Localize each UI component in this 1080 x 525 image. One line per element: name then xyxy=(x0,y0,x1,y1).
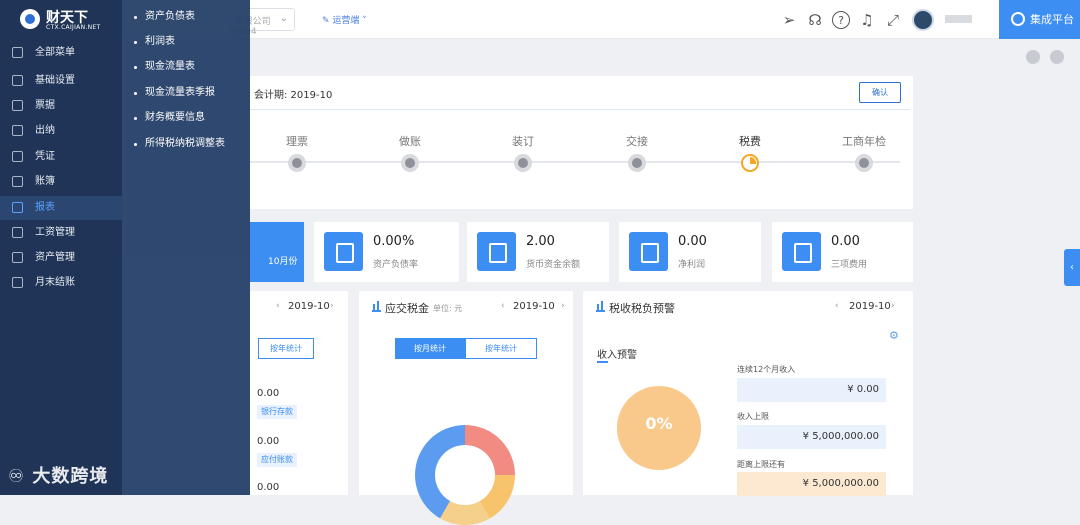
remaining-limit-field: ¥ 5,000,000.00 xyxy=(737,472,886,496)
section-title: 收入预警 xyxy=(597,350,637,361)
step-label: 工商年检 xyxy=(842,135,886,148)
gear-icon[interactable]: ⚙ xyxy=(889,329,899,342)
sidebar-item-reports[interactable]: 报表 xyxy=(0,196,122,220)
voucher-icon xyxy=(12,151,23,162)
sidebar-item-ledger[interactable]: 账簿 xyxy=(0,170,122,194)
stat-card[interactable]: 0.00% 资产负债率 xyxy=(314,222,459,282)
sidebar-item-settings[interactable]: 基础设置 xyxy=(0,69,122,93)
stat-card[interactable]: 2.00 货币资金余额 xyxy=(467,222,609,282)
logo-mark-icon xyxy=(20,9,40,29)
finance-index-card: 2019-10 ‹ › 按年统计 0.00 银行存款 0.00 应付账款 0.0… xyxy=(250,291,348,495)
bar-chart-icon xyxy=(596,301,605,312)
report-submenu: 资产负债表 利润表 现金流量表 现金流量表季报 财务概要信息 所得税纳税调整表 xyxy=(122,0,250,495)
expense-icon xyxy=(782,232,821,271)
help-icon[interactable]: ? xyxy=(832,11,850,29)
next-page-icon[interactable] xyxy=(1050,50,1064,64)
prev-page-icon[interactable] xyxy=(1026,50,1040,64)
monthly-tab[interactable]: 按月统计 xyxy=(395,338,465,359)
step-dot[interactable] xyxy=(855,154,873,172)
next-arrow-icon[interactable]: › xyxy=(561,301,565,311)
sidebar-item-receipts[interactable]: 票据 xyxy=(0,94,122,118)
step-dot[interactable] xyxy=(288,154,306,172)
next-arrow-icon[interactable]: › xyxy=(891,301,895,311)
sidebar-item-assets[interactable]: 资产管理 xyxy=(0,246,122,270)
period-label: 会计期: 2019-10 xyxy=(254,90,333,101)
brand-sub: CTX.CAIJIAN.NET xyxy=(46,24,101,31)
prev-arrow-icon[interactable]: ‹ xyxy=(501,301,505,311)
prev-arrow-icon[interactable]: ‹ xyxy=(835,301,839,311)
step-dot[interactable] xyxy=(628,154,646,172)
stat-card[interactable]: 0.00 三项费用 xyxy=(772,222,913,282)
stat-card[interactable]: 0.00 净利润 xyxy=(619,222,761,282)
watermark: ♾ 大数跨境 xyxy=(8,466,109,487)
month-badge: 10月份 xyxy=(268,257,298,267)
submenu-item-cash-flow-quarterly[interactable]: 现金流量表季报 xyxy=(134,85,215,101)
bell-icon[interactable]: ♫ xyxy=(858,11,876,29)
yearly-tab[interactable]: 按年统计 xyxy=(465,338,537,359)
wallet-icon xyxy=(477,232,516,271)
chevron-down-icon: ⌄ xyxy=(279,13,288,24)
headset-icon[interactable]: ☊ xyxy=(806,11,824,29)
revenue-gauge: 0% xyxy=(617,386,701,470)
settings-icon xyxy=(12,75,23,86)
debt-ratio-icon xyxy=(324,232,363,271)
platform-icon xyxy=(1011,12,1025,26)
sidebar-item-salary[interactable]: 工资管理 xyxy=(0,221,122,245)
submenu-item-income-statement[interactable]: 利润表 xyxy=(134,34,175,50)
next-arrow-icon[interactable]: › xyxy=(330,301,334,311)
ops-link[interactable]: ✎ 运营端 ˅ xyxy=(322,13,367,26)
logo[interactable]: 财天下 CTX.CAIJIAN.NET xyxy=(0,0,122,39)
submenu-item-balance-sheet[interactable]: 资产负债表 xyxy=(134,9,195,25)
step-dot[interactable] xyxy=(401,154,419,172)
step-label: 交接 xyxy=(626,135,648,148)
revenue-12m-field: ¥ 0.00 xyxy=(737,378,886,402)
submenu-item-cash-flow[interactable]: 现金流量表 xyxy=(134,59,195,75)
revenue-limit-field: ¥ 5,000,000.00 xyxy=(737,425,886,449)
platform-button[interactable]: 集成平台 xyxy=(999,0,1080,39)
receipt-icon xyxy=(12,100,23,111)
profit-icon xyxy=(629,232,668,271)
step-label: 做账 xyxy=(399,135,421,148)
step-dot-current[interactable] xyxy=(741,154,759,172)
sidebar: 全部菜单 基础设置 票据 出纳 凭证 账簿 报表 工资管理 资产管理 月末结账 xyxy=(0,39,122,495)
report-icon xyxy=(12,202,23,213)
new-period-card[interactable] xyxy=(250,222,304,282)
cashier-icon xyxy=(12,125,23,136)
divider xyxy=(250,109,910,110)
sidebar-item-all[interactable]: 全部菜单 xyxy=(0,41,122,65)
step-label-current: 税费 xyxy=(739,135,761,148)
period-card xyxy=(250,76,913,209)
sidebar-item-month-close[interactable]: 月末结账 xyxy=(0,271,122,295)
side-collapse-tab[interactable]: ‹ xyxy=(1064,249,1080,286)
progress-track xyxy=(250,161,900,163)
username[interactable] xyxy=(945,15,972,23)
sidebar-item-voucher[interactable]: 凭证 xyxy=(0,145,122,169)
prev-arrow-icon[interactable]: ‹ xyxy=(276,301,280,311)
section-underline xyxy=(597,361,608,363)
step-dot[interactable] xyxy=(514,154,532,172)
submenu-item-tax-adjustment[interactable]: 所得税纳税调整表 xyxy=(134,136,225,152)
ledger-icon xyxy=(12,176,23,187)
asset-icon xyxy=(12,252,23,263)
confirm-button[interactable]: 确认 xyxy=(859,82,901,103)
month-close-icon xyxy=(12,277,23,288)
grid-icon xyxy=(12,47,23,58)
submenu-item-financial-summary[interactable]: 财务概要信息 xyxy=(134,110,205,126)
bar-chart-icon xyxy=(372,301,381,312)
send-icon[interactable]: ➢ xyxy=(780,11,798,29)
tax-donut-chart xyxy=(415,425,515,525)
step-label: 装订 xyxy=(512,135,534,148)
step-label: 理票 xyxy=(286,135,308,148)
salary-icon xyxy=(12,227,23,238)
fullscreen-icon[interactable]: ⤢ xyxy=(884,11,902,29)
sidebar-item-cashier[interactable]: 出纳 xyxy=(0,119,122,143)
avatar[interactable] xyxy=(912,9,934,31)
